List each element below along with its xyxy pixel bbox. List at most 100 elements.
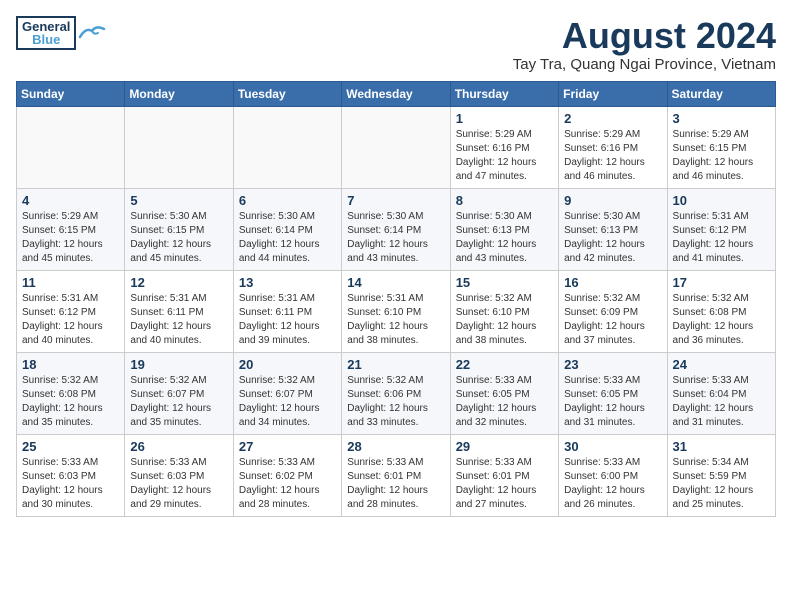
calendar-cell: 22 Sunrise: 5:33 AM Sunset: 6:05 PM Dayli… bbox=[450, 352, 558, 434]
day-info: Sunrise: 5:34 AM Sunset: 5:59 PM Dayligh… bbox=[673, 456, 770, 512]
day-number: 9 bbox=[564, 193, 661, 208]
day-info: Sunrise: 5:32 AM Sunset: 6:06 PM Dayligh… bbox=[347, 374, 444, 430]
day-info: Sunrise: 5:30 AM Sunset: 6:13 PM Dayligh… bbox=[564, 210, 661, 266]
day-number: 23 bbox=[564, 357, 661, 372]
calendar-cell: 21 Sunrise: 5:32 AM Sunset: 6:06 PM Dayli… bbox=[342, 352, 450, 434]
day-number: 16 bbox=[564, 275, 661, 290]
day-number: 4 bbox=[22, 193, 119, 208]
day-number: 8 bbox=[456, 193, 553, 208]
day-info: Sunrise: 5:31 AM Sunset: 6:12 PM Dayligh… bbox=[673, 210, 770, 266]
day-info: Sunrise: 5:29 AM Sunset: 6:16 PM Dayligh… bbox=[564, 128, 661, 184]
day-info: Sunrise: 5:33 AM Sunset: 6:01 PM Dayligh… bbox=[456, 456, 553, 512]
day-number: 28 bbox=[347, 439, 444, 454]
calendar-cell bbox=[17, 106, 125, 188]
calendar-cell: 20 Sunrise: 5:32 AM Sunset: 6:07 PM Dayli… bbox=[233, 352, 341, 434]
calendar-cell: 15Sunrise: 5:32 AM Sunset: 6:10 PM Dayli… bbox=[450, 270, 558, 352]
day-number: 22 bbox=[456, 357, 553, 372]
day-info: Sunrise: 5:31 AM Sunset: 6:10 PM Dayligh… bbox=[347, 292, 444, 348]
calendar-week-2: 4 Sunrise: 5:29 AM Sunset: 6:15 PM Daylig… bbox=[17, 188, 776, 270]
calendar-cell: 5 Sunrise: 5:30 AM Sunset: 6:15 PM Daylig… bbox=[125, 188, 233, 270]
day-info: Sunrise: 5:33 AM Sunset: 6:03 PM Dayligh… bbox=[22, 456, 119, 512]
day-info: Sunrise: 5:30 AM Sunset: 6:14 PM Dayligh… bbox=[239, 210, 336, 266]
calendar-cell: 9 Sunrise: 5:30 AM Sunset: 6:13 PM Daylig… bbox=[559, 188, 667, 270]
calendar-cell: 26Sunrise: 5:33 AM Sunset: 6:03 PM Dayli… bbox=[125, 434, 233, 516]
day-number: 31 bbox=[673, 439, 770, 454]
day-number: 24 bbox=[673, 357, 770, 372]
subtitle: Tay Tra, Quang Ngai Province, Vietnam bbox=[513, 56, 776, 73]
day-info: Sunrise: 5:32 AM Sunset: 6:09 PM Dayligh… bbox=[564, 292, 661, 348]
day-number: 14 bbox=[347, 275, 444, 290]
day-info: Sunrise: 5:32 AM Sunset: 6:08 PM Dayligh… bbox=[22, 374, 119, 430]
day-number: 27 bbox=[239, 439, 336, 454]
calendar-cell: 29 Sunrise: 5:33 AM Sunset: 6:01 PM Dayli… bbox=[450, 434, 558, 516]
day-info: Sunrise: 5:33 AM Sunset: 6:02 PM Dayligh… bbox=[239, 456, 336, 512]
calendar-cell: 12 Sunrise: 5:31 AM Sunset: 6:11 PM Dayli… bbox=[125, 270, 233, 352]
main-title: August 2024 bbox=[513, 16, 776, 56]
day-info: Sunrise: 5:31 AM Sunset: 6:11 PM Dayligh… bbox=[130, 292, 227, 348]
day-info: Sunrise: 5:30 AM Sunset: 6:13 PM Dayligh… bbox=[456, 210, 553, 266]
logo-bird-icon bbox=[78, 23, 106, 43]
calendar-cell: 24Sunrise: 5:33 AM Sunset: 6:04 PM Dayli… bbox=[667, 352, 775, 434]
calendar-cell: 6Sunrise: 5:30 AM Sunset: 6:14 PM Daylig… bbox=[233, 188, 341, 270]
day-number: 12 bbox=[130, 275, 227, 290]
day-info: Sunrise: 5:29 AM Sunset: 6:15 PM Dayligh… bbox=[22, 210, 119, 266]
weekday-header-friday: Friday bbox=[559, 81, 667, 106]
title-section: August 2024 Tay Tra, Quang Ngai Province… bbox=[513, 16, 776, 73]
calendar-cell: 19 Sunrise: 5:32 AM Sunset: 6:07 PM Dayli… bbox=[125, 352, 233, 434]
day-info: Sunrise: 5:30 AM Sunset: 6:15 PM Dayligh… bbox=[130, 210, 227, 266]
day-number: 19 bbox=[130, 357, 227, 372]
day-info: Sunrise: 5:31 AM Sunset: 6:12 PM Dayligh… bbox=[22, 292, 119, 348]
calendar-cell: 31 Sunrise: 5:34 AM Sunset: 5:59 PM Dayli… bbox=[667, 434, 775, 516]
day-info: Sunrise: 5:32 AM Sunset: 6:07 PM Dayligh… bbox=[130, 374, 227, 430]
day-info: Sunrise: 5:33 AM Sunset: 6:05 PM Dayligh… bbox=[456, 374, 553, 430]
logo: General Blue bbox=[16, 16, 106, 50]
calendar-cell: 11Sunrise: 5:31 AM Sunset: 6:12 PM Dayli… bbox=[17, 270, 125, 352]
day-number: 1 bbox=[456, 111, 553, 126]
calendar-week-4: 18Sunrise: 5:32 AM Sunset: 6:08 PM Dayli… bbox=[17, 352, 776, 434]
day-info: Sunrise: 5:29 AM Sunset: 6:15 PM Dayligh… bbox=[673, 128, 770, 184]
day-number: 13 bbox=[239, 275, 336, 290]
calendar-cell: 8 Sunrise: 5:30 AM Sunset: 6:13 PM Daylig… bbox=[450, 188, 558, 270]
day-info: Sunrise: 5:30 AM Sunset: 6:14 PM Dayligh… bbox=[347, 210, 444, 266]
day-number: 25 bbox=[22, 439, 119, 454]
calendar-cell: 7 Sunrise: 5:30 AM Sunset: 6:14 PM Daylig… bbox=[342, 188, 450, 270]
day-number: 5 bbox=[130, 193, 227, 208]
calendar-cell: 14 Sunrise: 5:31 AM Sunset: 6:10 PM Dayli… bbox=[342, 270, 450, 352]
weekday-header-saturday: Saturday bbox=[667, 81, 775, 106]
day-number: 29 bbox=[456, 439, 553, 454]
calendar-table: SundayMondayTuesdayWednesdayThursdayFrid… bbox=[16, 81, 776, 517]
calendar-week-5: 25 Sunrise: 5:33 AM Sunset: 6:03 PM Dayli… bbox=[17, 434, 776, 516]
day-number: 20 bbox=[239, 357, 336, 372]
weekday-header-row: SundayMondayTuesdayWednesdayThursdayFrid… bbox=[17, 81, 776, 106]
calendar-cell: 1 Sunrise: 5:29 AM Sunset: 6:16 PM Daylig… bbox=[450, 106, 558, 188]
day-number: 21 bbox=[347, 357, 444, 372]
calendar-cell: 27 Sunrise: 5:33 AM Sunset: 6:02 PM Dayli… bbox=[233, 434, 341, 516]
calendar-cell: 23 Sunrise: 5:33 AM Sunset: 6:05 PM Dayli… bbox=[559, 352, 667, 434]
weekday-header-thursday: Thursday bbox=[450, 81, 558, 106]
calendar-cell bbox=[233, 106, 341, 188]
calendar-cell: 18Sunrise: 5:32 AM Sunset: 6:08 PM Dayli… bbox=[17, 352, 125, 434]
page-header: General Blue August 2024 Tay Tra, Quang … bbox=[16, 16, 776, 73]
calendar-cell: 25 Sunrise: 5:33 AM Sunset: 6:03 PM Dayli… bbox=[17, 434, 125, 516]
calendar-week-3: 11Sunrise: 5:31 AM Sunset: 6:12 PM Dayli… bbox=[17, 270, 776, 352]
day-number: 7 bbox=[347, 193, 444, 208]
day-number: 2 bbox=[564, 111, 661, 126]
day-info: Sunrise: 5:33 AM Sunset: 6:01 PM Dayligh… bbox=[347, 456, 444, 512]
day-info: Sunrise: 5:29 AM Sunset: 6:16 PM Dayligh… bbox=[456, 128, 553, 184]
calendar-cell: 2 Sunrise: 5:29 AM Sunset: 6:16 PM Daylig… bbox=[559, 106, 667, 188]
calendar-cell bbox=[125, 106, 233, 188]
calendar-week-1: 1 Sunrise: 5:29 AM Sunset: 6:16 PM Daylig… bbox=[17, 106, 776, 188]
weekday-header-wednesday: Wednesday bbox=[342, 81, 450, 106]
weekday-header-monday: Monday bbox=[125, 81, 233, 106]
day-number: 3 bbox=[673, 111, 770, 126]
weekday-header-tuesday: Tuesday bbox=[233, 81, 341, 106]
day-info: Sunrise: 5:32 AM Sunset: 6:10 PM Dayligh… bbox=[456, 292, 553, 348]
day-number: 30 bbox=[564, 439, 661, 454]
day-number: 10 bbox=[673, 193, 770, 208]
calendar-cell bbox=[342, 106, 450, 188]
calendar-cell: 13Sunrise: 5:31 AM Sunset: 6:11 PM Dayli… bbox=[233, 270, 341, 352]
day-info: Sunrise: 5:33 AM Sunset: 6:00 PM Dayligh… bbox=[564, 456, 661, 512]
calendar-cell: 10 Sunrise: 5:31 AM Sunset: 6:12 PM Dayli… bbox=[667, 188, 775, 270]
day-info: Sunrise: 5:32 AM Sunset: 6:07 PM Dayligh… bbox=[239, 374, 336, 430]
day-info: Sunrise: 5:33 AM Sunset: 6:05 PM Dayligh… bbox=[564, 374, 661, 430]
